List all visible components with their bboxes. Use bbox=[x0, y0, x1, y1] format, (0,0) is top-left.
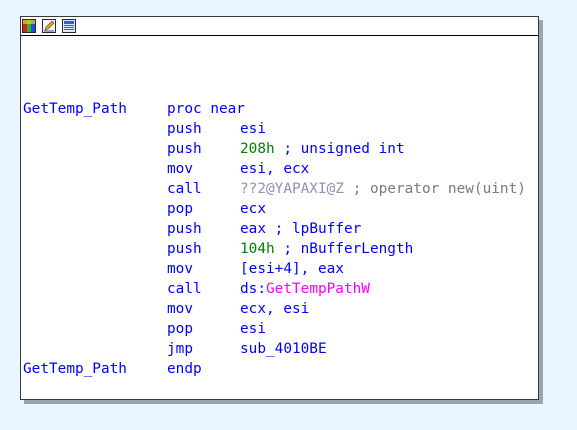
instruction-comment: ; operator new(uint) bbox=[343, 181, 526, 197]
proc-start-directive: proc near bbox=[167, 101, 245, 117]
instruction-operand[interactable]: eax ; lpBuffer bbox=[240, 219, 361, 239]
instruction-mnemonic: jmp bbox=[167, 341, 193, 357]
instruction-operand[interactable]: [esi+4], eax bbox=[240, 259, 344, 279]
proc-label[interactable]: GetTemp_Path bbox=[23, 99, 163, 119]
instruction-operand[interactable]: ecx bbox=[240, 199, 266, 219]
instruction-mnemonic: push bbox=[167, 221, 202, 237]
instruction-operand[interactable]: 208h ; unsigned int bbox=[240, 139, 405, 159]
instruction-mnemonic: push bbox=[167, 121, 202, 137]
instruction-comment: ; lpBuffer bbox=[266, 221, 362, 237]
instruction-mnemonic: call bbox=[167, 281, 202, 297]
proc-end-directive: endp bbox=[167, 361, 202, 377]
instruction-mnemonic: mov bbox=[167, 261, 193, 277]
segment-prefix: ds: bbox=[240, 281, 266, 297]
instruction-operand[interactable]: ds:GetTempPathW bbox=[240, 279, 370, 299]
instruction-mnemonic: pop bbox=[167, 201, 193, 217]
instruction-mnemonic: mov bbox=[167, 301, 193, 317]
instruction-operand[interactable]: ??2@YAPAXI@Z ; operator new(uint) bbox=[240, 179, 526, 199]
instruction-operand[interactable]: esi, ecx bbox=[240, 159, 309, 179]
disassembly-listing: GetTemp_Path proc near push esi push 208… bbox=[21, 17, 538, 399]
instruction-mnemonic: mov bbox=[167, 161, 193, 177]
instruction-mnemonic: push bbox=[167, 241, 202, 257]
instruction-operand[interactable]: 104h ; nBufferLength bbox=[240, 239, 413, 259]
import-symbol[interactable]: GetTempPathW bbox=[266, 281, 370, 297]
instruction-operand[interactable]: ecx, esi bbox=[240, 299, 309, 319]
jump-target[interactable]: sub_4010BE bbox=[240, 339, 327, 359]
numeric-operand: 104h bbox=[240, 241, 275, 257]
register-operand: eax bbox=[240, 221, 266, 237]
instruction-mnemonic: call bbox=[167, 181, 202, 197]
instruction-mnemonic: push bbox=[167, 141, 202, 157]
mangled-symbol[interactable]: ??2@YAPAXI@Z bbox=[240, 181, 344, 197]
code-graph-node[interactable]: GetTemp_Path proc near push esi push 208… bbox=[20, 16, 539, 400]
instruction-operand[interactable]: esi bbox=[240, 319, 266, 339]
instruction-mnemonic: pop bbox=[167, 321, 193, 337]
instruction-comment: ; unsigned int bbox=[274, 141, 405, 157]
instruction-operand[interactable]: esi bbox=[240, 119, 266, 139]
instruction-comment: ; nBufferLength bbox=[274, 241, 414, 257]
numeric-operand: 208h bbox=[240, 141, 275, 157]
proc-end-label[interactable]: GetTemp_Path bbox=[23, 359, 163, 379]
